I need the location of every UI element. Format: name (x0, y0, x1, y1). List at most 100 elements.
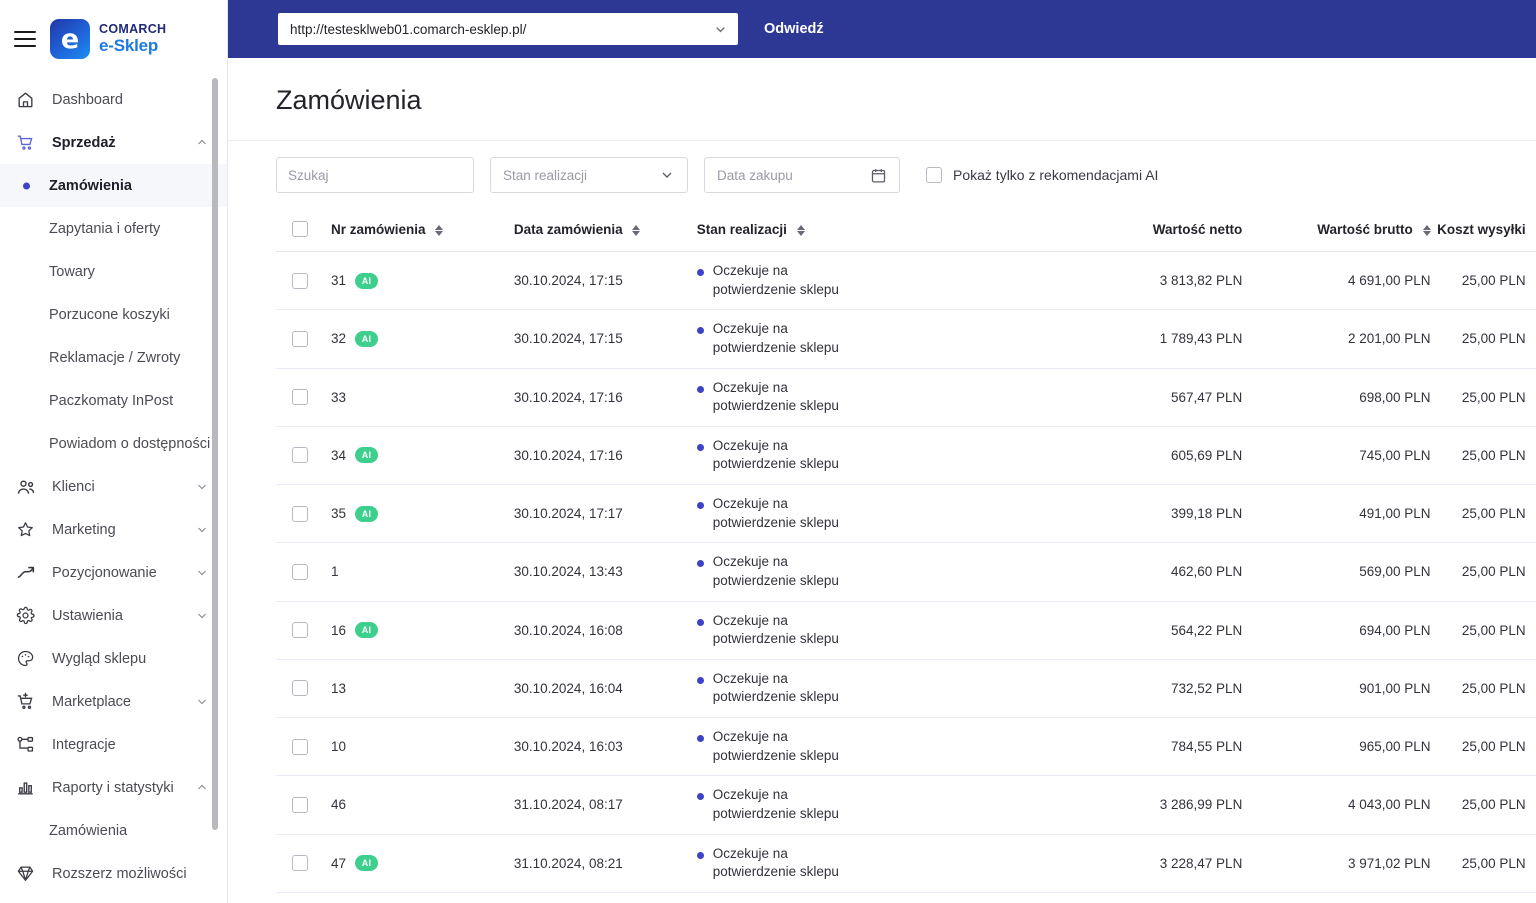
sidebar-item-label: Ustawienia (52, 607, 123, 624)
sidebar-scrollbar[interactable] (212, 78, 218, 830)
sort-icon[interactable] (796, 225, 805, 237)
cell-wartosc-brutto: 965,00 PLN (1242, 717, 1431, 777)
palette-icon (16, 649, 40, 669)
sort-icon[interactable] (1422, 225, 1431, 237)
sort-icon[interactable] (435, 225, 444, 237)
cell-data-zamowienia: 30.10.2024, 17:15 (513, 251, 697, 311)
table-row[interactable]: 31 AI 30.10.2024, 17:15 Oczekuje na potwier… (276, 251, 1536, 311)
cell-data-zamowienia: 31.10.2024, 08:21 (513, 892, 697, 903)
chevron-down-icon[interactable] (195, 522, 209, 537)
sidebar-item-towary[interactable]: Towary (0, 250, 227, 293)
purchase-date-filter[interactable]: Data zakupu (704, 157, 900, 193)
order-number: 35 (330, 506, 346, 522)
row-checkbox[interactable] (292, 389, 308, 406)
shop-url-select[interactable] (278, 13, 738, 45)
ai-badge: AI (355, 505, 378, 522)
header-stan-realizacji[interactable]: Stan realizacji (696, 209, 970, 252)
sidebar-item-sprzedaż[interactable]: Sprzedaż (0, 121, 227, 164)
sidebar-item-zamówienia[interactable]: Zamówienia (0, 164, 227, 207)
table-row[interactable]: 46 31.10.2024, 08:17 Oczekuje na potwierdz… (276, 775, 1536, 835)
sidebar-item-raporty-i-statystyki[interactable]: Raporty i statystyki (0, 766, 227, 809)
row-checkbox[interactable] (292, 563, 308, 580)
row-checkbox[interactable] (292, 680, 308, 697)
cell-koszt-wysylki: 25,00 PLN (1430, 484, 1526, 544)
row-checkbox[interactable] (292, 796, 308, 813)
row-checkbox[interactable] (292, 505, 308, 522)
cell-data-zamowienia: 30.10.2024, 16:08 (513, 601, 697, 660)
row-checkbox[interactable] (292, 622, 308, 639)
chevron-down-icon[interactable] (195, 479, 209, 494)
row-checkbox[interactable] (292, 447, 308, 464)
sidebar: e COMARCH e-Sklep Dashboard Sprzedaż Zamów… (0, 0, 228, 903)
table-row[interactable]: 16 AI 30.10.2024, 16:08 Oczekuje na potwier… (276, 601, 1536, 660)
table-row[interactable]: 10 30.10.2024, 16:03 Oczekuje na potwierdz… (276, 717, 1536, 777)
header-select-all (276, 209, 331, 252)
checkbox-box[interactable] (926, 167, 942, 183)
ai-recommendations-checkbox[interactable]: Pokaż tylko z rekomendacjami AI (926, 167, 1158, 183)
cell-stan-realizacji: Oczekuje na potwierdzenie sklepu (696, 484, 970, 544)
cell-wartosc-netto: 784,55 PLN (969, 717, 1243, 777)
table-row[interactable]: 34 AI 30.10.2024, 17:16 Oczekuje na potwier… (276, 426, 1536, 486)
logo-line-esklep: e-Sklep (99, 36, 159, 56)
comarch-esklep-logo[interactable]: e COMARCH e-Sklep (50, 19, 166, 59)
sidebar-item-porzucone-koszyki[interactable]: Porzucone koszyki (0, 293, 227, 336)
sidebar-item-dashboard[interactable]: Dashboard (0, 78, 227, 121)
table-row[interactable]: 33 30.10.2024, 17:16 Oczekuje na potwierdz… (276, 368, 1536, 427)
shop-url-input[interactable] (290, 21, 707, 37)
sidebar-item-marketing[interactable]: Marketing (0, 508, 227, 551)
sort-icon[interactable] (632, 225, 641, 237)
chevron-down-icon[interactable] (195, 694, 209, 709)
search-input[interactable] (277, 158, 473, 192)
sidebar-item-marketplace[interactable]: Marketplace (0, 680, 227, 723)
sidebar-item-reklamacje-zwroty[interactable]: Reklamacje / Zwroty (0, 336, 227, 379)
table-row[interactable]: 13 30.10.2024, 16:04 Oczekuje na potwierdz… (276, 659, 1536, 719)
sidebar-nav-list: Dashboard Sprzedaż Zamówienia Zapytania i o… (0, 78, 227, 895)
status-filter-select[interactable]: Stan realizacji (490, 157, 688, 193)
sidebar-item-label: Porzucone koszyki (49, 306, 170, 323)
sidebar-item-paczkomaty-inpost[interactable]: Paczkomaty InPost (0, 379, 227, 422)
select-all-checkbox[interactable] (292, 221, 308, 237)
row-checkbox[interactable] (292, 738, 308, 755)
header-data-zamowienia[interactable]: Data zamówienia (513, 209, 697, 252)
chevron-up-icon[interactable] (195, 135, 209, 150)
row-checkbox[interactable] (292, 272, 308, 289)
sidebar-item-klienci[interactable]: Klienci (0, 465, 227, 508)
header-wartosc-brutto[interactable]: Wartość brutto (1242, 209, 1431, 252)
cell-wartosc-brutto: 491,00 PLN (1242, 484, 1431, 544)
header-nr-zamowienia[interactable]: Nr zamówienia (330, 209, 514, 252)
cell-telefon: 500100500 (1525, 659, 1536, 719)
sidebar-item-pozycjonowanie[interactable]: Pozycjonowanie (0, 551, 227, 594)
sidebar-item-label: Wygląd sklepu (52, 650, 147, 667)
hamburger-menu-icon[interactable] (14, 31, 36, 47)
table-row[interactable]: 35 AI 30.10.2024, 17:17 Oczekuje na potwier… (276, 484, 1536, 544)
chevron-down-icon[interactable] (195, 565, 209, 580)
cell-nr-zamowienia: 10 (330, 717, 514, 777)
table-row[interactable]: 47 AI 31.10.2024, 08:21 Oczekuje na potwier… (276, 834, 1536, 893)
row-select-cell (276, 775, 331, 835)
table-row[interactable]: 1 30.10.2024, 13:43 Oczekuje na potwierdze… (276, 542, 1536, 602)
table-row[interactable]: 48AI31.10.2024, 08:21Oczekuje na potwier… (276, 892, 1536, 903)
chevron-down-icon[interactable] (713, 22, 728, 37)
sidebar-item-label: Raporty i statystyki (52, 779, 174, 796)
sidebar-item-rozszerz-możliwości[interactable]: Rozszerz możliwości (0, 852, 227, 895)
sidebar-item-integracje[interactable]: Integracje (0, 723, 227, 766)
row-checkbox[interactable] (292, 330, 308, 347)
cell-wartosc-brutto: 698,00 PLN (1242, 368, 1431, 427)
cell-wartosc-brutto: 694,00 PLN (1242, 601, 1431, 660)
row-checkbox[interactable] (292, 855, 308, 872)
sidebar-item-wygląd-sklepu[interactable]: Wygląd sklepu (0, 637, 227, 680)
sidebar-item-powiadom-o-dostępności[interactable]: Powiadom o dostępności (0, 422, 227, 465)
sidebar-item-zamówienia[interactable]: Zamówienia (0, 809, 227, 852)
cell-koszt-wysylki: 25,00 PLN (1430, 542, 1526, 602)
users-icon (16, 477, 40, 497)
header-label: Data zamówienia (513, 221, 623, 237)
sidebar-item-zapytania-i-oferty[interactable]: Zapytania i oferty (0, 207, 227, 250)
table-row[interactable]: 32 AI 30.10.2024, 17:15 Oczekuje na potwier… (276, 309, 1536, 369)
visit-shop-button[interactable]: Odwiedź (764, 21, 824, 37)
cell-telefon: 501097789 (1525, 775, 1536, 835)
ai-badge: AI (355, 330, 378, 347)
status-text: Oczekuje na potwierdzenie sklepu (712, 379, 839, 414)
sidebar-item-ustawienia[interactable]: Ustawienia (0, 594, 227, 637)
chevron-down-icon[interactable] (195, 608, 209, 623)
chevron-up-icon[interactable] (195, 780, 209, 795)
